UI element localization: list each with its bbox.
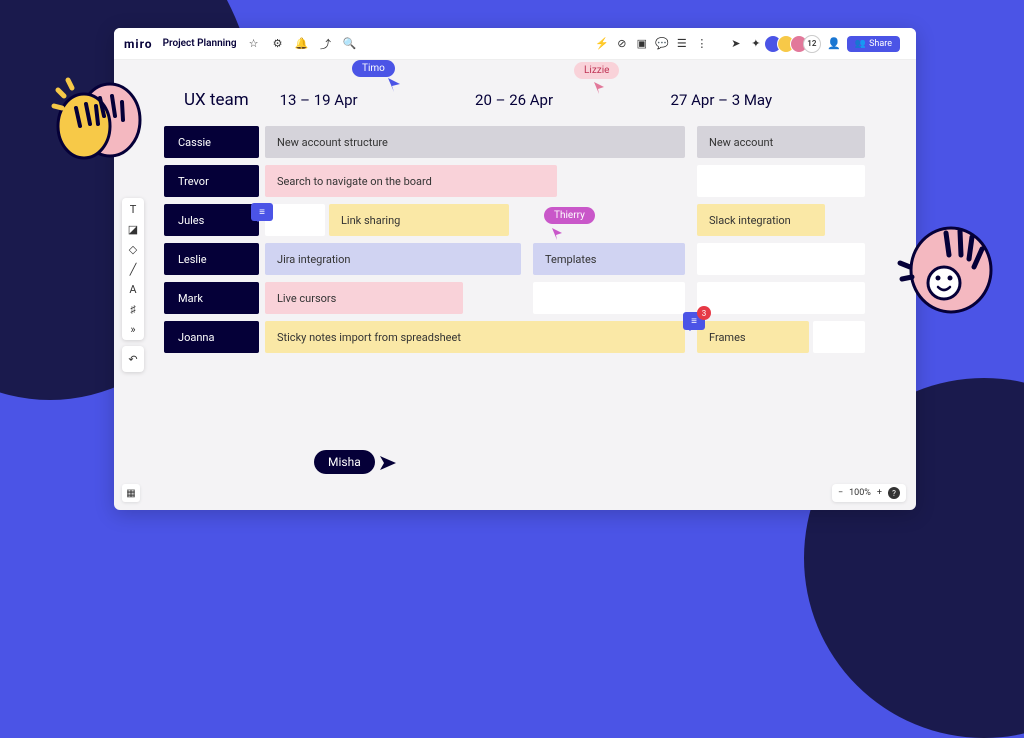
present-icon[interactable]: ▣: [635, 37, 649, 51]
task-card[interactable]: [265, 204, 325, 236]
more-icon[interactable]: ⋮: [695, 37, 709, 51]
cursor-icon[interactable]: ➤: [729, 37, 743, 51]
task-card[interactable]: [697, 282, 865, 314]
comment-badge: 3: [697, 306, 711, 320]
more-tools-icon[interactable]: »: [126, 322, 140, 336]
zoom-control[interactable]: − 100% + ?: [832, 484, 906, 502]
comment-bubble[interactable]: ≡: [251, 203, 273, 221]
shape-tool-icon[interactable]: ◇: [126, 242, 140, 256]
week-label: 20 – 26 Apr: [475, 91, 670, 109]
star-icon[interactable]: ☆: [247, 37, 261, 51]
task-card[interactable]: Search to navigate on the board: [265, 165, 557, 197]
planning-row: CassieNew account structure New account: [164, 126, 866, 158]
task-card[interactable]: New account structure: [265, 126, 685, 158]
timer-icon[interactable]: ⊘: [615, 37, 629, 51]
task-lane[interactable]: Live cursors: [265, 282, 866, 314]
team-title: UX team: [184, 90, 280, 110]
task-card[interactable]: Link sharing: [329, 204, 509, 236]
person-name: Leslie: [164, 243, 259, 275]
bell-icon[interactable]: 🔔: [295, 37, 309, 51]
task-card[interactable]: Frames: [697, 321, 809, 353]
task-card[interactable]: [697, 165, 865, 197]
cursor-misha: Misha: [314, 450, 375, 474]
task-card[interactable]: Slack integration: [697, 204, 825, 236]
zoom-in-icon[interactable]: +: [877, 488, 882, 498]
topbar: miro Project Planning ☆ ⚙ 🔔 ⤴ 🔍 ⚡ ⊘ ▣ 💬 …: [114, 28, 916, 60]
text-tool-icon[interactable]: T: [126, 202, 140, 216]
cursor-timo: Timo: [352, 60, 395, 77]
zoom-out-icon[interactable]: −: [838, 488, 843, 498]
add-user-icon[interactable]: 👤: [827, 37, 841, 51]
task-card[interactable]: [533, 282, 685, 314]
person-name: Jules: [164, 204, 259, 236]
cursor-lizzie: Lizzie: [574, 62, 619, 79]
pen-tool-icon[interactable]: A: [126, 282, 140, 296]
undo-panel: ↶: [122, 346, 144, 372]
help-icon[interactable]: ?: [888, 487, 900, 499]
logo: miro: [124, 37, 153, 51]
week-label: 27 Apr – 3 May: [671, 91, 866, 109]
app-window: miro Project Planning ☆ ⚙ 🔔 ⤴ 🔍 ⚡ ⊘ ▣ 💬 …: [114, 28, 916, 510]
task-lane[interactable]: Search to navigate on the board: [265, 165, 866, 197]
task-card[interactable]: Jira integration: [265, 243, 521, 275]
task-card[interactable]: Templates: [533, 243, 685, 275]
bolt-icon[interactable]: ⚡: [595, 37, 609, 51]
sticker-ok: [896, 215, 1006, 329]
export-icon[interactable]: ⤴: [319, 37, 333, 51]
person-name: Mark: [164, 282, 259, 314]
frame-tool-icon[interactable]: ♯: [126, 302, 140, 316]
share-button[interactable]: 👥 Share: [847, 36, 900, 52]
search-icon[interactable]: 🔍: [343, 37, 357, 51]
planning-row: MarkLive cursors: [164, 282, 866, 314]
cursor-thierry: Thierry: [544, 207, 595, 224]
cursor-arrow-icon: [594, 82, 606, 94]
tool-panel: T ◪ ◇ ╱ A ♯ »: [122, 198, 144, 340]
person-name: Cassie: [164, 126, 259, 158]
zoom-level: 100%: [849, 488, 871, 498]
person-name: Joanna: [164, 321, 259, 353]
cursor-arrow-icon: [552, 228, 564, 240]
sticky-tool-icon[interactable]: ◪: [126, 222, 140, 236]
task-card[interactable]: New account: [697, 126, 865, 158]
task-card[interactable]: [813, 321, 865, 353]
list-icon[interactable]: ☰: [675, 37, 689, 51]
sticker-clap: [40, 60, 150, 174]
task-lane[interactable]: Jira integration Templates: [265, 243, 866, 275]
task-card[interactable]: Sticky notes import from spreadsheet: [265, 321, 685, 353]
planning-header: UX team 13 – 19 Apr 20 – 26 Apr 27 Apr –…: [164, 90, 866, 110]
task-card[interactable]: [697, 243, 865, 275]
task-lane[interactable]: Sticky notes import from spreadsheet Fram…: [265, 321, 866, 353]
cursor-arrow-icon: [388, 78, 402, 92]
planning-row: JoannaSticky notes import from spreadshe…: [164, 321, 866, 353]
week-label: 13 – 19 Apr: [280, 91, 475, 109]
person-name: Trevor: [164, 165, 259, 197]
map-icon[interactable]: ▦: [122, 484, 140, 502]
cursor-arrow-icon: [380, 456, 396, 470]
avatar-stack[interactable]: 12: [769, 35, 821, 53]
share-label: Share: [869, 39, 892, 49]
reactions-icon[interactable]: ✦: [749, 37, 763, 51]
planning-row: LeslieJira integration Templates: [164, 243, 866, 275]
settings-icon[interactable]: ⚙: [271, 37, 285, 51]
avatar-count[interactable]: 12: [803, 35, 821, 53]
comment-bubble[interactable]: ≡3: [683, 312, 705, 330]
task-lane[interactable]: New account structure New account: [265, 126, 866, 158]
comment-icon[interactable]: 💬: [655, 37, 669, 51]
canvas[interactable]: UX team 13 – 19 Apr 20 – 26 Apr 27 Apr –…: [114, 60, 916, 390]
line-tool-icon[interactable]: ╱: [126, 262, 140, 276]
board-name[interactable]: Project Planning: [163, 38, 237, 49]
undo-icon[interactable]: ↶: [126, 352, 140, 366]
task-card[interactable]: Live cursors: [265, 282, 463, 314]
planning-row: TrevorSearch to navigate on the board: [164, 165, 866, 197]
